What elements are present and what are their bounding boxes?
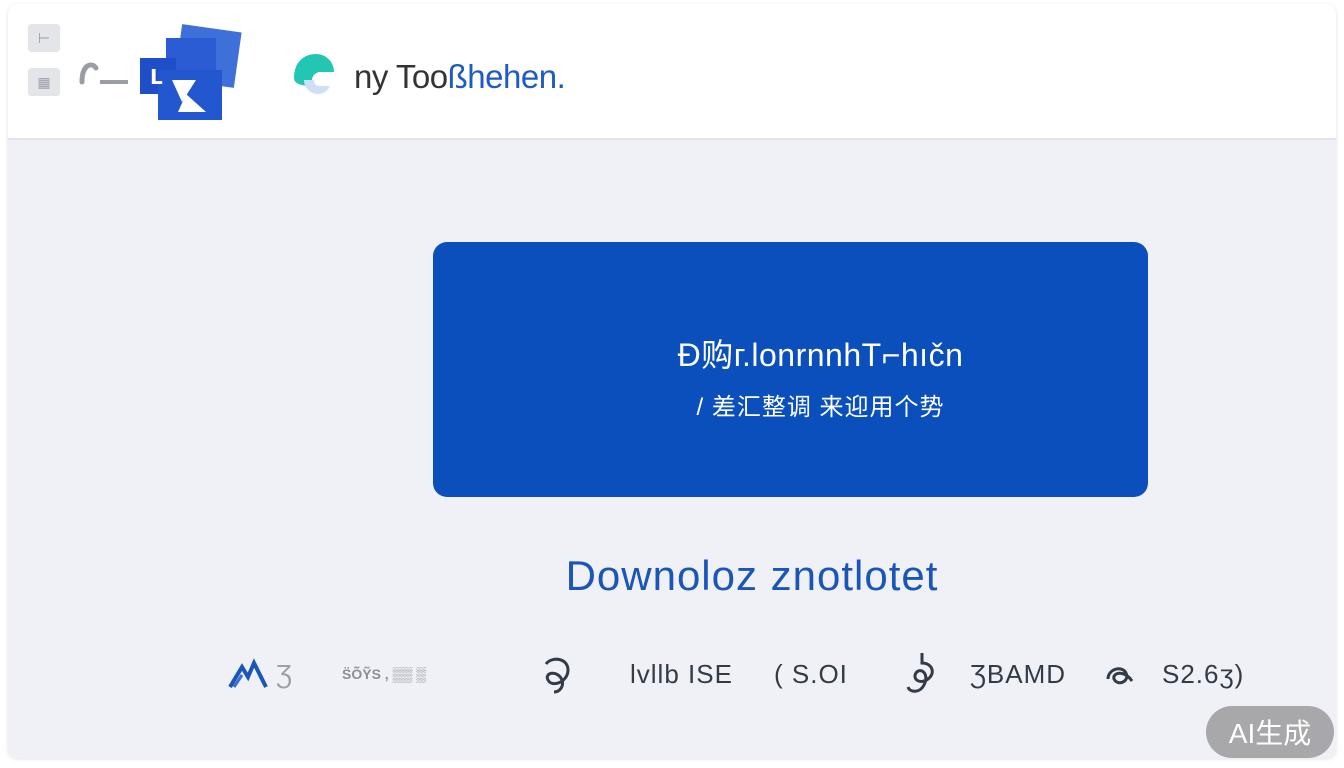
partner-sol-label: ( S.OI <box>774 658 848 689</box>
brand-name: ny Tooßhehen. <box>354 58 566 96</box>
knot-logo-icon <box>906 653 934 693</box>
promo-subtitle: / 差汇整调 来迎用个势 <box>696 394 945 421</box>
partner-logo-swirl <box>538 644 576 704</box>
promo-banner-button[interactable]: Đ购г.lonrnnhT⌐hıčn / 差汇整调 来迎用个势 <box>433 242 1148 497</box>
brand-name-accent: ßhehen. <box>447 58 566 95</box>
brand-icon <box>290 50 338 98</box>
partner-bamd-label: ƷBAMD <box>970 658 1066 689</box>
ai-generated-badge: AI生成 <box>1206 706 1334 758</box>
partner-logo-knot <box>902 644 942 704</box>
partner-logo-mountain: Ʒ <box>228 644 293 704</box>
partner-text-small: S̈Õ̃ỸS , ▒▒ ▒ <box>342 644 426 704</box>
loop-logo-icon <box>1106 667 1134 685</box>
partner-bamd: ƷBAMD <box>970 644 1066 704</box>
partner-sol: ( S.OI <box>774 644 848 704</box>
swirl-logo-icon <box>544 657 570 694</box>
partner-s263: S2.6ӡ) <box>1102 644 1244 704</box>
partner-logos-row: Ʒ S̈Õ̃ỸS , ▒▒ ▒ lvllb ISE ( S.OI ƷBAMD <box>8 644 1336 704</box>
partner-lvllb: lvllb ISE <box>630 644 733 704</box>
toolbar-icon-button[interactable]: ⊢ <box>28 24 60 52</box>
partner-mountain-label: Ʒ <box>276 658 293 689</box>
svg-text:L: L <box>150 65 163 89</box>
app-logo: L <box>78 24 243 124</box>
partner-lvllb-label: lvllb ISE <box>630 658 733 689</box>
grid-icon-button[interactable]: ▦ <box>28 68 60 96</box>
puzzle-logo-icon: L <box>79 24 242 120</box>
brand-name-prefix: ny Too <box>354 58 448 95</box>
header-bar: ⊢ ▦ L ny Tooßhehen. <box>8 4 1336 140</box>
mountain-logo-icon <box>228 658 268 689</box>
partner-small-label: S̈Õ̃ỸS , ▒▒ ▒ <box>342 666 427 682</box>
download-link[interactable]: Downoloz znotlotet <box>8 552 1336 600</box>
promo-title: Đ购г.lonrnnhT⌐hıčn <box>677 337 964 373</box>
app-window: ⊢ ▦ L ny Tooßhehen. Đ购г.lonrnnhT⌐hıčn / … <box>8 4 1336 758</box>
partner-s263-label: S2.6ӡ) <box>1162 658 1245 689</box>
